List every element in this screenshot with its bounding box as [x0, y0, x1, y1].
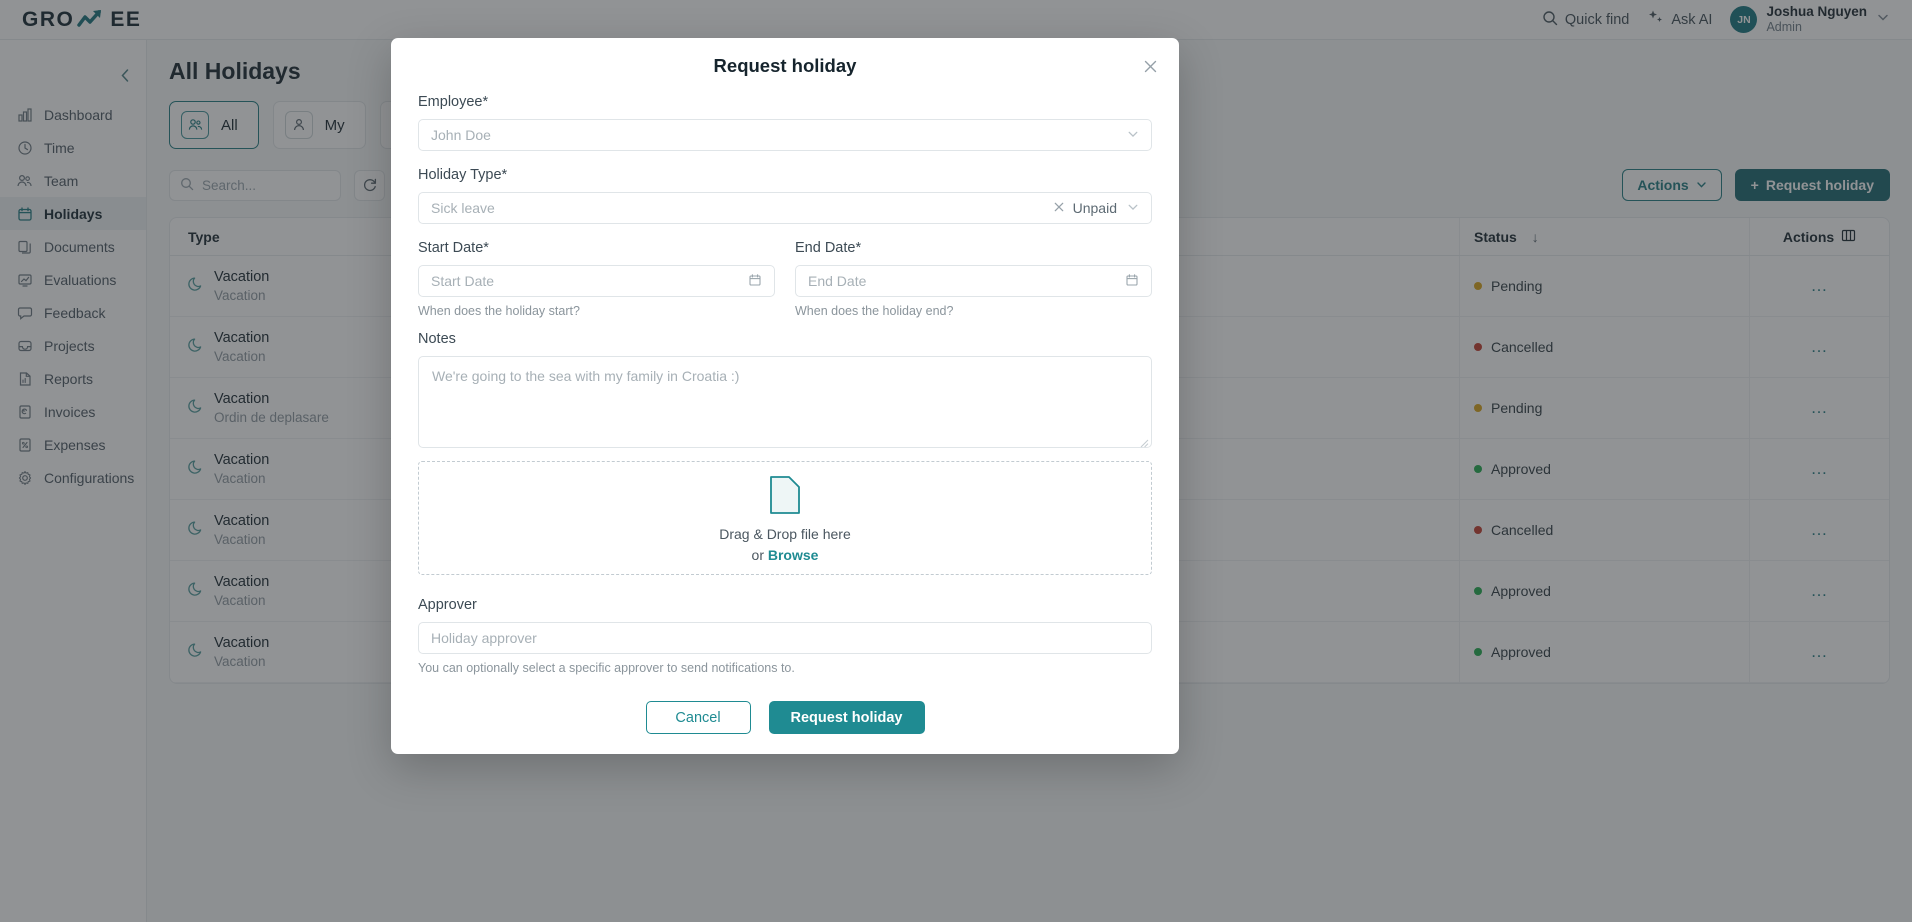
cancel-button[interactable]: Cancel [645, 701, 751, 734]
start-date-placeholder: Start Date [431, 273, 495, 289]
calendar-icon[interactable] [748, 273, 762, 290]
modal-footer: Cancel Request holiday [391, 675, 1179, 754]
close-icon[interactable] [1138, 54, 1162, 78]
resize-handle-icon[interactable] [1139, 435, 1149, 448]
notes-placeholder: We're going to the sea with my family in… [432, 368, 740, 384]
end-date-input[interactable]: End Date [795, 265, 1152, 297]
start-date-hint: When does the holiday start? [418, 304, 580, 318]
chevron-down-icon [1127, 128, 1139, 143]
file-icon [768, 474, 802, 521]
employee-label: Employee* [418, 94, 489, 110]
start-date-input[interactable]: Start Date [418, 265, 775, 297]
notes-label: Notes [418, 331, 456, 347]
approver-placeholder: Holiday approver [431, 630, 537, 646]
submit-request-holiday-button[interactable]: Request holiday [768, 701, 925, 734]
end-date-placeholder: End Date [808, 273, 867, 289]
approver-label: Approver [418, 597, 477, 613]
calendar-icon[interactable] [1125, 273, 1139, 290]
holiday-type-label: Holiday Type* [418, 167, 508, 183]
notes-textarea[interactable]: We're going to the sea with my family in… [418, 356, 1152, 448]
modal-header: Request holiday [391, 38, 1179, 94]
end-date-label: End Date* [795, 240, 862, 256]
dates-row: Start Date* Start Date When does the hol… [418, 240, 1152, 318]
holiday-type-placeholder: Sick leave [431, 200, 495, 216]
browse-link[interactable]: Browse [768, 547, 819, 563]
approver-hint: You can optionally select a specific app… [418, 661, 795, 675]
holiday-type-tag: Unpaid [1053, 200, 1117, 216]
start-date-label: Start Date* [418, 240, 489, 256]
close-icon[interactable] [1053, 200, 1065, 216]
modal-body: Employee* John Doe Holiday Type* Sick le… [391, 94, 1179, 675]
chevron-down-icon [1127, 201, 1139, 216]
approver-field-group: Approver Holiday approver You can option… [418, 597, 1152, 675]
request-holiday-modal: Request holiday Employee* John Doe Holid… [391, 38, 1179, 754]
notes-field-group: Notes We're going to the sea with my fam… [418, 331, 1152, 448]
holiday-type-tag-label: Unpaid [1072, 200, 1117, 216]
employee-select[interactable]: John Doe [418, 119, 1152, 151]
dropzone-or: or [751, 546, 768, 563]
dropzone-browse-line: or Browse [752, 547, 819, 563]
app-root: GRO EE Quick find Ask AI [0, 0, 1912, 922]
modal-title: Request holiday [713, 55, 857, 76]
end-date-field-group: End Date* End Date When does the holiday… [795, 240, 1152, 318]
approver-input[interactable]: Holiday approver [418, 622, 1152, 654]
holiday-type-select[interactable]: Sick leave Unpaid [418, 192, 1152, 224]
end-date-hint: When does the holiday end? [795, 304, 954, 318]
employee-field-group: Employee* John Doe [418, 94, 1152, 151]
employee-placeholder: John Doe [431, 127, 491, 143]
dropzone-text: Drag & Drop file here [719, 525, 851, 542]
file-dropzone[interactable]: Drag & Drop file here or Browse [418, 461, 1152, 575]
holiday-type-field-group: Holiday Type* Sick leave Unpaid [418, 167, 1152, 224]
start-date-field-group: Start Date* Start Date When does the hol… [418, 240, 775, 318]
